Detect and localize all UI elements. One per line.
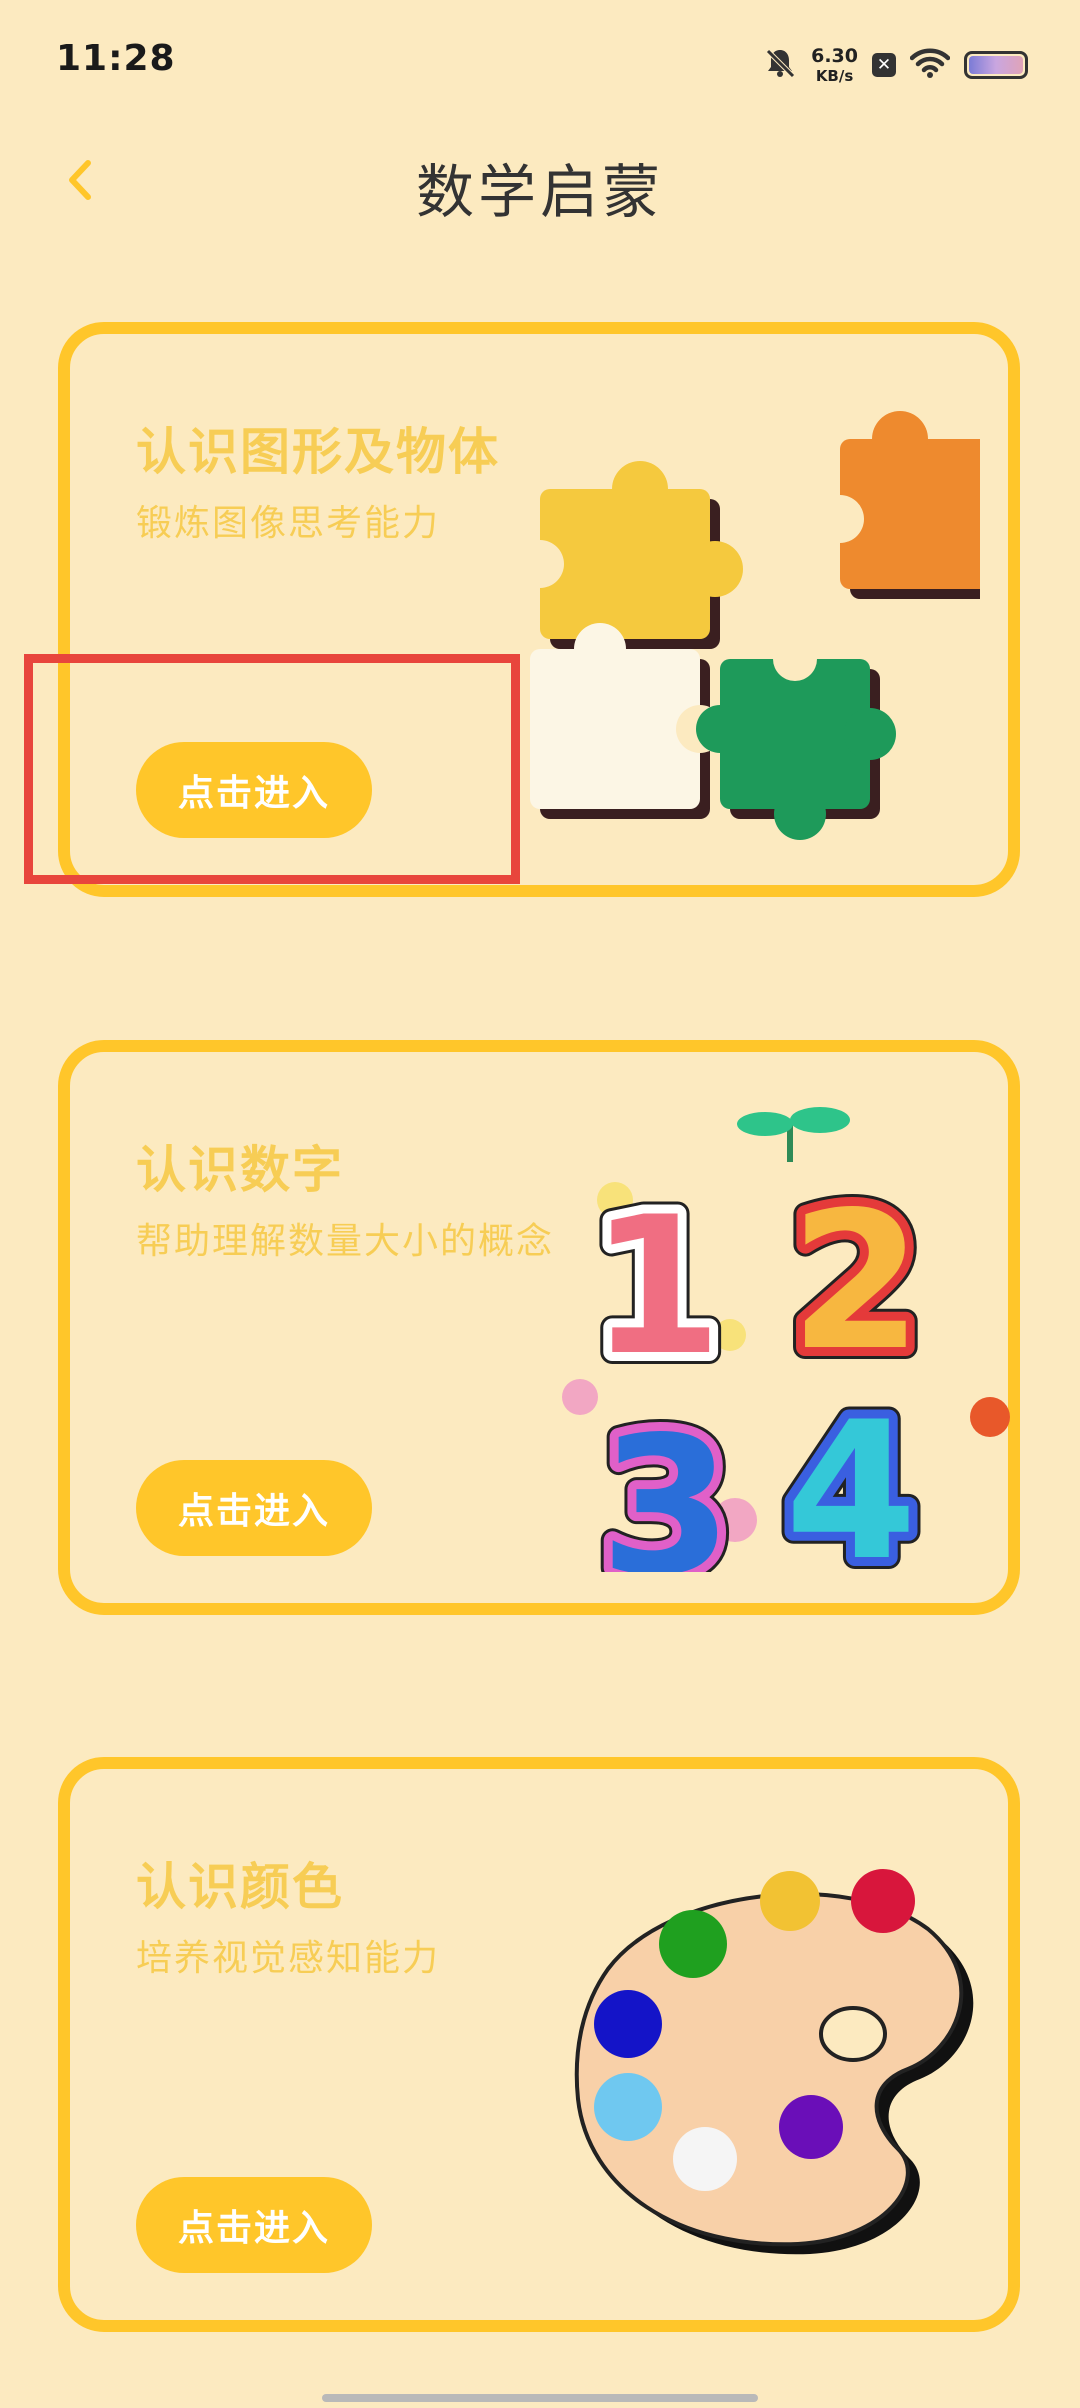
battery-fill <box>969 56 1023 74</box>
card-title: 认识图形及物体 <box>136 423 500 481</box>
card-subtitle: 帮助理解数量大小的概念 <box>136 1221 555 1262</box>
enter-button[interactable]: 点击进入 <box>136 1460 372 1556</box>
card-title: 认识颜色 <box>136 1858 344 1916</box>
card-subtitle: 培养视觉感知能力 <box>136 1938 441 1979</box>
numbers-1234-icon: 1 1 1 2 2 2 3 3 3 4 4 4 <box>550 1102 1010 1629</box>
svg-text:2: 2 <box>790 1171 922 1392</box>
battery-icon <box>964 51 1028 79</box>
close-badge-icon: ✕ <box>872 53 896 77</box>
puzzle-pieces-icon <box>510 394 1021 868</box>
bell-mute-icon <box>763 46 797 84</box>
paint-palette-icon <box>548 1849 978 2263</box>
card-colors: 认识颜色 培养视觉感知能力 点击进入 <box>58 1757 1020 2332</box>
net-speed-unit: KB/s <box>815 66 854 85</box>
home-indicator[interactable] <box>322 2394 758 2402</box>
page-title: 数学启蒙 <box>415 158 664 226</box>
wifi-icon <box>909 47 951 83</box>
svg-text:1: 1 <box>590 1176 722 1397</box>
card-subtitle: 锻炼图像思考能力 <box>136 503 441 544</box>
svg-text:4: 4 <box>785 1381 917 1572</box>
enter-button[interactable]: 点击进入 <box>136 2177 372 2273</box>
highlight-box <box>24 654 520 884</box>
card-numbers: 认识数字 帮助理解数量大小的概念 点击进入 1 1 1 2 2 2 3 3 3 … <box>58 1040 1020 1629</box>
screen: 11:28 6.30 KB/s ✕ 数学启蒙 认识图形及物体 锻炼图像思考能力 … <box>0 0 1080 2408</box>
status-icons: 6.30 KB/s ✕ <box>763 40 1028 90</box>
status-time: 11:28 <box>56 38 176 79</box>
net-speed-value: 6.30 <box>811 44 858 67</box>
net-speed: 6.30 KB/s <box>811 44 858 85</box>
status-bar: 11:28 6.30 KB/s ✕ <box>0 0 1080 120</box>
svg-text:3: 3 <box>600 1396 732 1572</box>
card-title: 认识数字 <box>136 1141 344 1199</box>
